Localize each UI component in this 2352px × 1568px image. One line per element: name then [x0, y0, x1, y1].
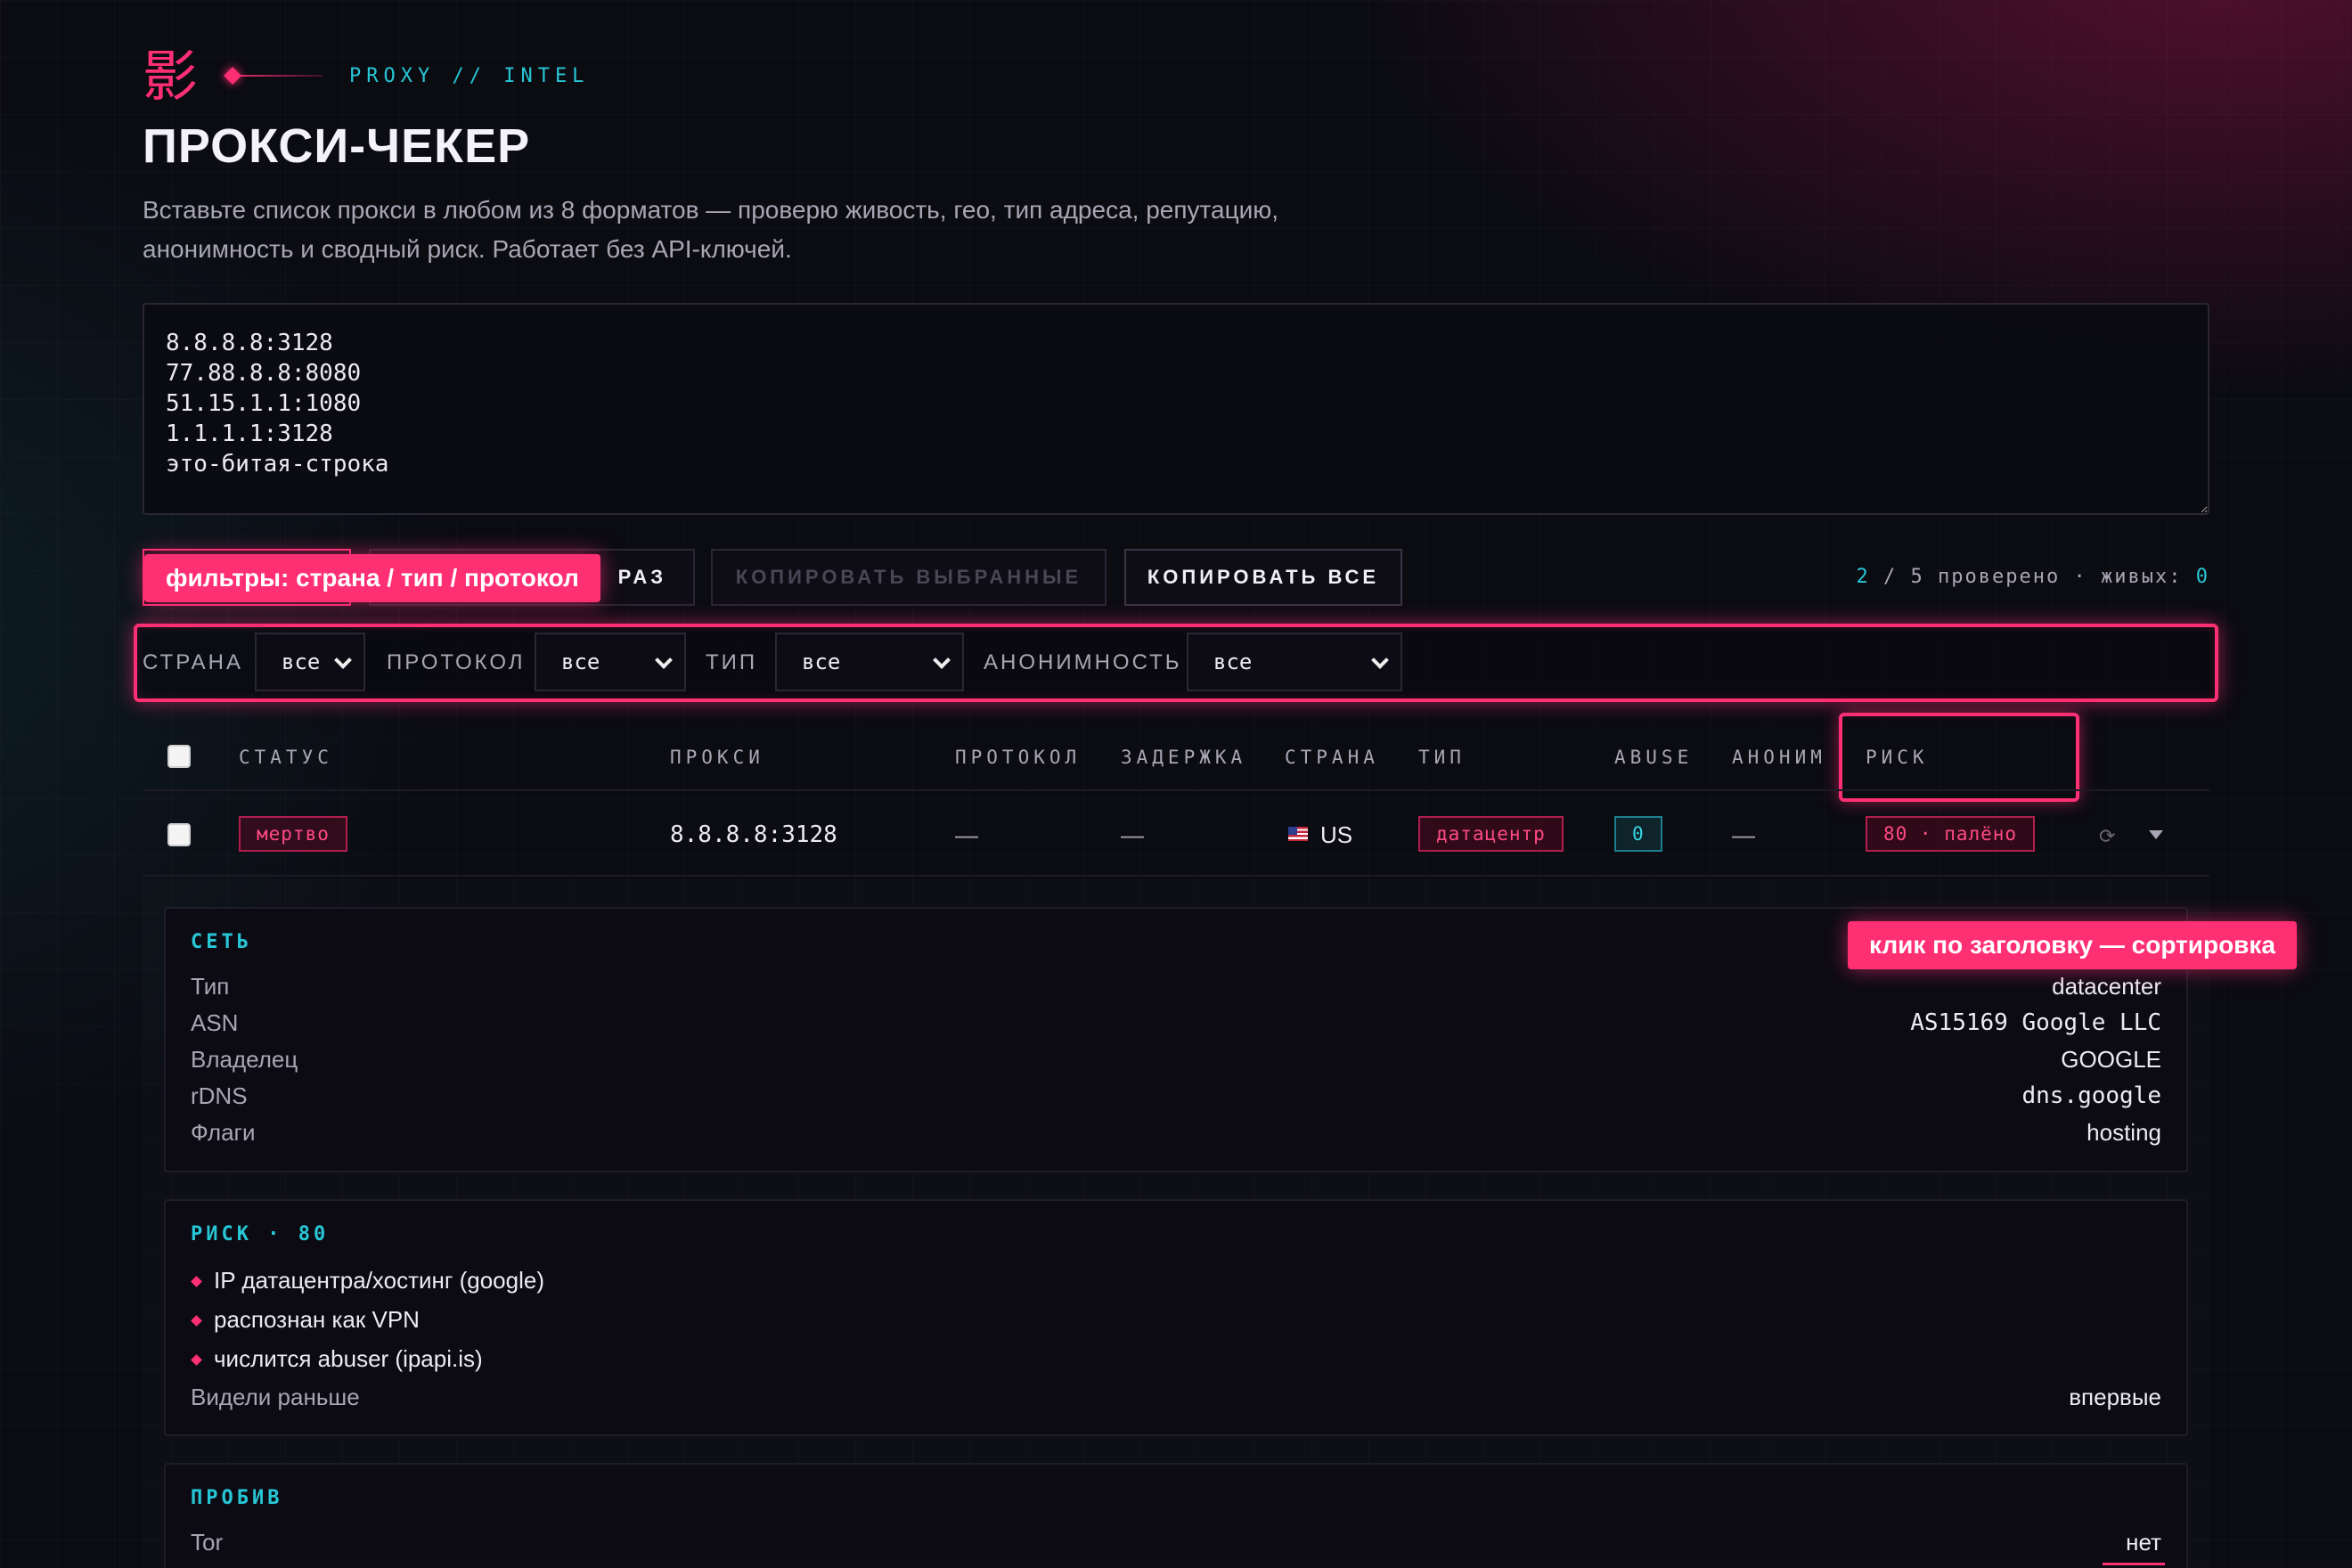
filter-country-label: СТРАНА — [143, 650, 243, 674]
network-key: ASN — [191, 1009, 239, 1036]
alive-count: 0 — [2195, 566, 2209, 588]
filter-anonymity-label: АНОНИМНОСТЬ — [984, 650, 1182, 674]
page-subtitle: Вставьте список прокси в любом из 8 форм… — [143, 196, 1279, 263]
type-badge: датацентр — [1418, 816, 1564, 852]
proxy-list-input[interactable] — [143, 303, 2209, 515]
column-status[interactable]: СТАТУС — [239, 745, 333, 770]
filter-type-select[interactable]: все — [775, 633, 964, 691]
seen-before-label: Видели раньше — [191, 1384, 360, 1410]
copy-all-button[interactable]: КОПИРОВАТЬ ВСЕ — [1124, 549, 1402, 606]
risk-column-highlight — [1839, 713, 2079, 802]
filter-country-value: все — [282, 649, 321, 674]
copy-selected-button[interactable]: КОПИРОВАТЬ ВЫБРАННЫЕ — [711, 549, 1107, 606]
column-country[interactable]: СТРАНА — [1285, 745, 1379, 770]
network-value: GOOGLE — [2061, 1046, 2161, 1073]
network-title: СЕТЬ — [191, 931, 252, 953]
column-anonymity[interactable]: АНОНИМ — [1732, 745, 1826, 770]
us-flag-icon — [1288, 827, 1308, 841]
logo-kanji: 影 — [143, 44, 199, 109]
chevron-down-icon — [334, 651, 352, 669]
column-type[interactable]: ТИП — [1418, 745, 1466, 770]
proxy-address: 8.8.8.8:3128 — [670, 821, 837, 848]
network-value: hosting — [2087, 1119, 2161, 1146]
counter-separator: / — [1883, 566, 1911, 588]
select-all-checkbox[interactable] — [167, 745, 191, 768]
column-protocol[interactable]: ПРОТОКОЛ — [955, 745, 1081, 770]
abuse-badge: 0 — [1614, 816, 1662, 852]
filter-type-label: ТИП — [706, 650, 758, 674]
filter-protocol-select[interactable]: все — [535, 633, 686, 691]
status-badge: мертво — [239, 816, 347, 852]
network-key: Тип — [191, 973, 230, 1000]
filter-protocol-value: все — [561, 649, 600, 674]
latency-value: — — [1121, 821, 1144, 848]
risk-title: РИСК · 80 — [191, 1223, 330, 1245]
seen-before-value: впервые — [2069, 1384, 2161, 1410]
risk-reason: распознан как VPN — [191, 1304, 420, 1335]
progress-counter: 2 / 5 проверено · живых: 0 — [1782, 565, 2209, 590]
column-abuse[interactable]: ABUSE — [1614, 745, 1693, 770]
risk-reason: IP датацентра/хостинг (google) — [191, 1265, 544, 1295]
network-key: Флаги — [191, 1119, 256, 1146]
filter-anonymity-select[interactable]: все — [1187, 633, 1402, 691]
chevron-down-icon — [655, 651, 673, 669]
checked-label: проверено — [1938, 566, 2061, 588]
filter-type-value: все — [802, 649, 841, 674]
counter-dot: · — [2073, 566, 2102, 588]
column-proxy[interactable]: ПРОКСИ — [670, 745, 764, 770]
network-key: Владелец — [191, 1046, 298, 1073]
filters-tooltip: фильтры: страна / тип / протокол — [144, 554, 600, 602]
network-value: dns.google — [2021, 1082, 2161, 1109]
kicker-diamond-icon — [224, 67, 241, 85]
tor-underline — [2103, 1563, 2165, 1565]
anonymity-value: — — [1732, 821, 1755, 848]
sort-tooltip: клик по заголовку — сортировка — [1848, 921, 2297, 969]
total-count: 5 — [1910, 566, 1924, 588]
page-title: ПРОКСИ-ЧЕКЕР — [143, 119, 531, 173]
country-value: US — [1320, 821, 1353, 848]
network-value: datacenter — [2052, 973, 2161, 1000]
header-divider — [143, 789, 2209, 791]
alive-label: живых: — [2101, 566, 2183, 588]
row-divider — [143, 875, 2209, 877]
filter-anonymity-value: все — [1213, 649, 1253, 674]
row-checkbox[interactable] — [167, 823, 191, 846]
chevron-down-icon — [933, 651, 951, 669]
protocol-value: — — [955, 821, 978, 848]
risk-reason: числится abuser (ipapi.is) — [191, 1343, 483, 1374]
probe-title: ПРОБИВ — [191, 1487, 283, 1509]
filter-protocol-label: ПРОТОКОЛ — [387, 650, 526, 674]
refresh-icon[interactable]: ⟳ — [2099, 825, 2115, 848]
risk-badge: 80 · палёно — [1866, 816, 2036, 852]
expand-chevron-icon[interactable] — [2149, 830, 2163, 839]
network-key: rDNS — [191, 1082, 248, 1109]
checked-count: 2 — [1856, 566, 1870, 588]
tor-value: нет — [2126, 1529, 2161, 1556]
column-latency[interactable]: ЗАДЕРЖКА — [1121, 745, 1246, 770]
kicker-label: PROXY // INTEL — [349, 65, 590, 87]
network-value: AS15169 Google LLC — [1910, 1009, 2161, 1036]
tor-label: Tor — [191, 1529, 224, 1556]
filter-country-select[interactable]: все — [255, 633, 365, 691]
chevron-down-icon — [1371, 651, 1389, 669]
